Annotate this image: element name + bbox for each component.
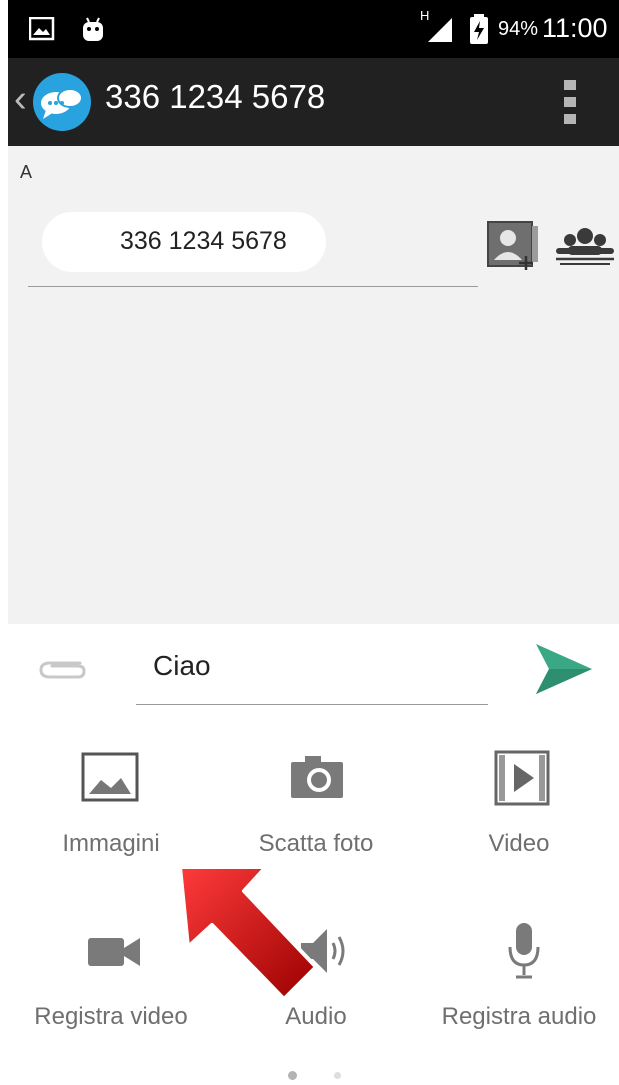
recipient-area: A 336 1234 5678 xyxy=(8,146,619,624)
group-contacts-icon[interactable] xyxy=(554,226,616,266)
attachment-record-video-label: Registra video xyxy=(34,1003,188,1030)
send-button[interactable] xyxy=(534,642,594,696)
message-input-underline xyxy=(136,704,488,705)
attachment-record-audio[interactable]: Registra audio xyxy=(418,909,619,1049)
back-chevron-icon: ‹ xyxy=(14,78,27,120)
video-camera-icon xyxy=(88,938,140,966)
recipient-input-underline[interactable] xyxy=(28,286,478,287)
back-button[interactable]: ‹ xyxy=(8,72,100,132)
recipient-chip[interactable]: 336 1234 5678 xyxy=(42,212,326,272)
overflow-menu-button[interactable] xyxy=(554,78,586,126)
send-icon xyxy=(536,644,592,694)
to-label: A xyxy=(20,162,33,182)
attachment-record-audio-label: Registra audio xyxy=(441,1003,597,1030)
page-dot-active xyxy=(288,1071,297,1080)
highlight-arrow-icon xyxy=(178,865,318,1001)
signal-icon xyxy=(428,18,452,42)
attachment-take-photo-label: Scatta foto xyxy=(258,830,374,857)
camera-icon xyxy=(291,756,343,798)
battery-percent: 94% xyxy=(498,18,539,40)
app-logo-icon xyxy=(33,73,91,131)
app-bar: ‹ 336 1234 5678 xyxy=(8,58,619,146)
attachment-video-label: Video xyxy=(488,830,550,857)
android-notification-icon xyxy=(83,17,103,41)
page-indicator xyxy=(278,1064,358,1084)
page-dot xyxy=(334,1072,341,1079)
gallery-notification-icon xyxy=(29,17,55,41)
video-file-icon xyxy=(494,750,550,806)
conversation-title: 336 1234 5678 xyxy=(105,78,326,115)
image-icon xyxy=(81,752,139,802)
messaging-screen: H 94% 11:00 ‹ 336 1234 5678 A 336 1234 5… xyxy=(8,0,619,1085)
battery-charging-icon xyxy=(470,14,488,44)
microphone-icon xyxy=(508,923,540,979)
recipient-chip-label: 336 1234 5678 xyxy=(120,227,287,255)
attachment-images-label: Immagini xyxy=(62,830,160,857)
add-contact-icon[interactable] xyxy=(486,220,544,272)
attachment-audio-label: Audio xyxy=(285,1003,347,1030)
clock: 11:00 xyxy=(542,13,608,43)
attachment-video[interactable]: Video xyxy=(418,734,619,884)
status-bar: H 94% 11:00 xyxy=(8,0,619,58)
more-vert-icon xyxy=(564,80,576,124)
message-input[interactable]: Ciao xyxy=(153,650,211,682)
paperclip-icon[interactable] xyxy=(38,657,88,683)
